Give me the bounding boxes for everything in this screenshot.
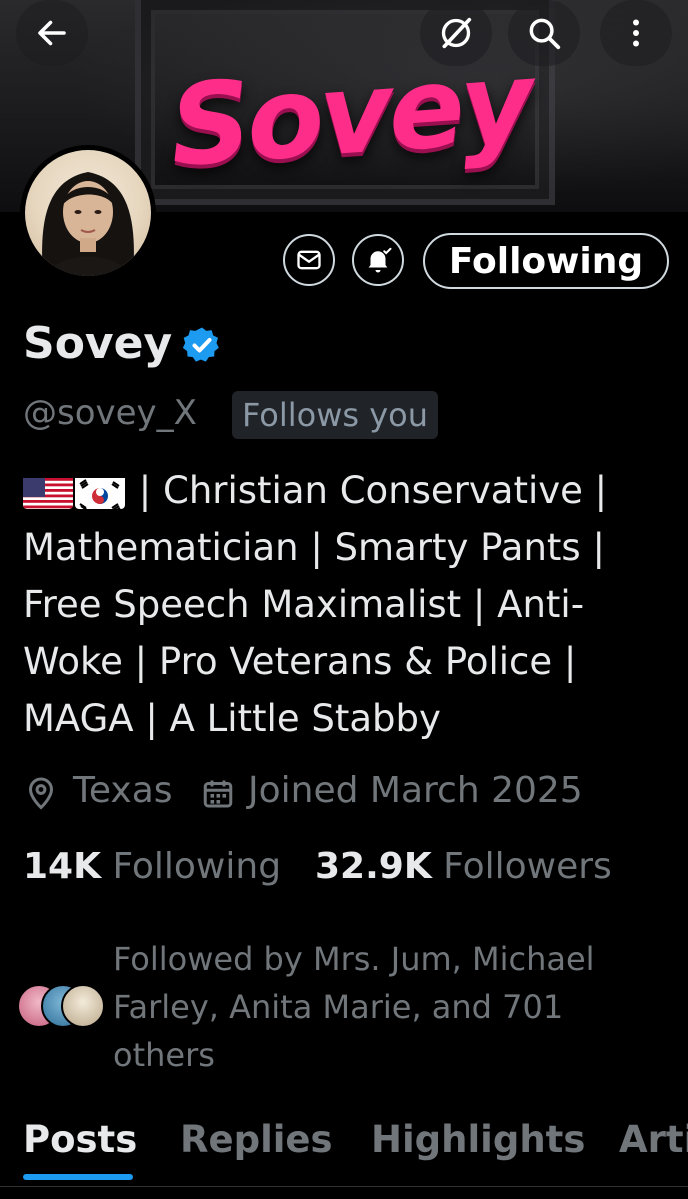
tabs-divider (0, 1186, 688, 1187)
tab-highlights[interactable]: Highlights (371, 1118, 585, 1161)
profile-location: Texas (73, 770, 173, 811)
bio-text: | Christian Conservative | Mathematician… (23, 469, 608, 740)
following-stat[interactable]: 14K Following (23, 846, 281, 887)
calendar-icon (203, 780, 233, 808)
following-label: Following (112, 846, 282, 887)
following-button[interactable]: Following (423, 233, 669, 289)
tab-replies[interactable]: Replies (180, 1118, 333, 1161)
search-icon (529, 18, 561, 50)
verified-badge-icon[interactable] (182, 325, 222, 365)
grok-icon (441, 17, 472, 49)
back-arrow-icon (38, 20, 66, 46)
kr-flag-icon (75, 473, 125, 509)
location-icon (28, 777, 54, 810)
active-tab-indicator (23, 1174, 133, 1180)
follows-you-badge: Follows you (232, 391, 439, 439)
message-button[interactable] (283, 234, 335, 286)
followers-count: 32.9K (315, 846, 432, 887)
followers-stat[interactable]: 32.9K Followers (315, 846, 612, 887)
avatar[interactable] (25, 150, 151, 276)
avatar-portrait (42, 172, 134, 276)
profile-joined-date: Joined March 2025 (248, 770, 583, 811)
more-vertical-icon (633, 19, 639, 47)
bell-check-icon (368, 247, 392, 273)
tab-posts[interactable]: Posts (23, 1118, 137, 1161)
mail-icon (297, 250, 321, 270)
profile-bio: | Christian Conservative | Mathematician… (23, 462, 673, 747)
search-button[interactable] (508, 0, 580, 66)
back-button[interactable] (16, 0, 88, 66)
profile-name: Sovey (23, 318, 173, 369)
profile-handle: @sovey_X (23, 393, 197, 433)
followers-label: Followers (443, 846, 612, 887)
grok-button[interactable] (420, 0, 492, 66)
followed-by-text[interactable]: Followed by Mrs. Jum, Michael Farley, An… (113, 935, 653, 1079)
tab-articles[interactable]: Arti (619, 1118, 688, 1161)
more-button[interactable] (600, 0, 672, 66)
following-count: 14K (23, 846, 101, 887)
follower-avatar[interactable] (61, 984, 105, 1028)
us-flag-icon (23, 473, 73, 509)
notifications-button[interactable] (352, 234, 404, 286)
